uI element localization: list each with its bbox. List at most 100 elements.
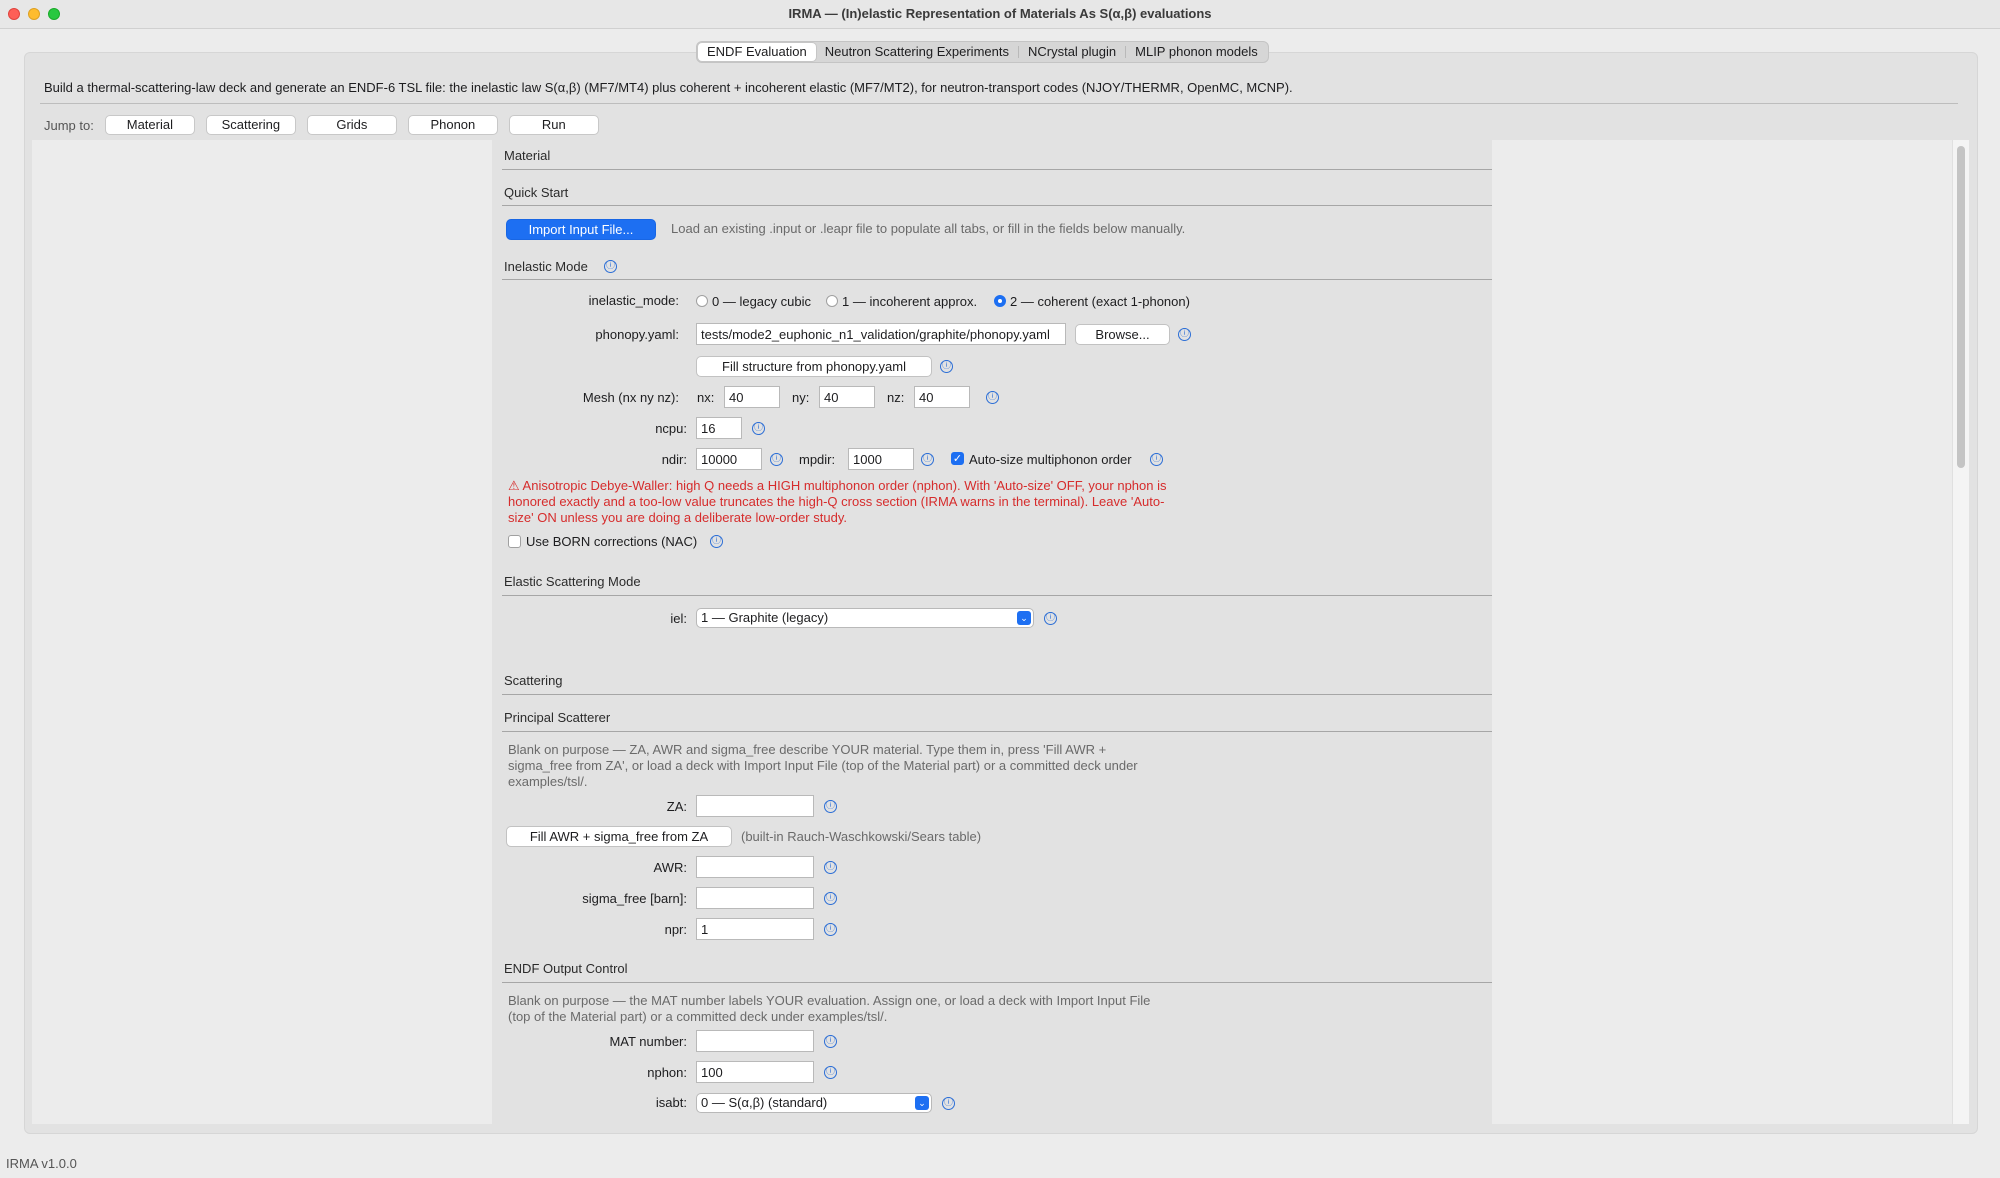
jump-run-button[interactable]: Run xyxy=(508,115,599,135)
iel-select[interactable]: 1 — Graphite (legacy) ⌄ xyxy=(696,608,1034,628)
auto-size-checkbox[interactable]: ✓ xyxy=(951,452,964,465)
info-icon[interactable]: ⓘ xyxy=(824,1035,837,1048)
tab-endf-evaluation[interactable]: ENDF Evaluation xyxy=(698,43,816,61)
ncpu-label: ncpu: xyxy=(655,421,687,436)
info-icon[interactable]: ⓘ xyxy=(770,453,783,466)
endf-output-note: Blank on purpose — the MAT number labels… xyxy=(508,993,1151,1024)
form-content: Material Quick Start Import Input File..… xyxy=(492,140,1492,1124)
awr-input[interactable] xyxy=(696,856,814,878)
info-icon[interactable]: ⓘ xyxy=(1150,453,1163,466)
section-title-quick-start: Quick Start xyxy=(504,185,569,200)
section-title-material: Material xyxy=(504,148,551,163)
info-icon[interactable]: ⓘ xyxy=(942,1097,955,1110)
scrollbar-thumb[interactable] xyxy=(1957,146,1965,468)
version-status: IRMA v1.0.0 xyxy=(6,1156,77,1171)
info-icon[interactable]: ⓘ xyxy=(824,861,837,874)
phonopy-yaml-path-input[interactable] xyxy=(696,323,1066,345)
radio-button-selected[interactable] xyxy=(994,295,1006,307)
title-bar: IRMA — (In)elastic Representation of Mat… xyxy=(0,0,2000,29)
npr-label: npr: xyxy=(664,922,687,937)
awr-label: AWR: xyxy=(653,860,687,875)
info-icon[interactable]: ⓘ xyxy=(824,923,837,936)
za-label: ZA: xyxy=(666,799,687,814)
fill-awr-hint: (built-in Rauch-Waschkowski/Sears table) xyxy=(741,829,982,844)
sigma-free-input[interactable] xyxy=(696,887,814,909)
inelastic-mode-option-2[interactable]: 2 — coherent (exact 1-phonon) xyxy=(994,292,1190,310)
browse-button[interactable]: Browse... xyxy=(1075,324,1170,345)
nphon-label: nphon: xyxy=(647,1065,687,1080)
radio-label: 0 — legacy cubic xyxy=(712,293,811,309)
inelastic-mode-option-1[interactable]: 1 — incoherent approx. xyxy=(826,292,977,310)
section-title-endf-output-control: ENDF Output Control xyxy=(504,961,628,976)
radio-label: 2 — coherent (exact 1-phonon) xyxy=(1010,293,1190,309)
jump-phonon-button[interactable]: Phonon xyxy=(407,115,498,135)
inelastic-mode-option-0[interactable]: 0 — legacy cubic xyxy=(696,292,811,310)
page-description: Build a thermal-scattering-law deck and … xyxy=(44,80,1293,95)
mpdir-label: mpdir: xyxy=(799,452,836,467)
jump-bar: Jump to: Material Scattering Grids Phono… xyxy=(44,114,610,136)
radio-button[interactable] xyxy=(826,295,838,307)
mesh-label: Mesh (nx ny nz): xyxy=(582,390,679,405)
nphon-input[interactable] xyxy=(696,1061,814,1083)
npr-input[interactable] xyxy=(696,918,814,940)
info-icon[interactable]: ⓘ xyxy=(604,260,617,273)
mesh-ny-input[interactable] xyxy=(819,386,875,408)
info-icon[interactable]: ⓘ xyxy=(986,391,999,404)
section-divider xyxy=(502,595,1492,596)
ndir-input[interactable] xyxy=(696,448,762,470)
info-icon[interactable]: ⓘ xyxy=(940,360,953,373)
mpdir-input[interactable] xyxy=(848,448,914,470)
tab-neutron-scattering-experiments[interactable]: Neutron Scattering Experiments xyxy=(816,43,1018,61)
info-icon[interactable]: ⓘ xyxy=(1044,612,1057,625)
section-title-principal-scatterer: Principal Scatterer xyxy=(504,710,611,725)
auto-size-label: Auto-size multiphonon order xyxy=(969,452,1132,467)
iel-label: iel: xyxy=(670,611,687,626)
info-icon[interactable]: ⓘ xyxy=(752,422,765,435)
main-tab-bar: ENDF Evaluation Neutron Scattering Exper… xyxy=(696,41,1269,63)
section-divider xyxy=(502,279,1492,280)
section-title-inelastic-mode: Inelastic Mode xyxy=(504,259,588,274)
born-corrections-label: Use BORN corrections (NAC) xyxy=(526,534,698,549)
info-icon[interactable]: ⓘ xyxy=(824,892,837,905)
jump-scattering-button[interactable]: Scattering xyxy=(205,115,296,135)
za-input[interactable] xyxy=(696,795,814,817)
mesh-nz-input[interactable] xyxy=(914,386,970,408)
left-margin-pane xyxy=(32,140,492,1124)
isabt-selected-value: 0 — S(α,β) (standard) xyxy=(701,1095,828,1110)
fill-structure-button[interactable]: Fill structure from phonopy.yaml xyxy=(696,356,932,377)
info-icon[interactable]: ⓘ xyxy=(1178,328,1191,341)
jump-grids-button[interactable]: Grids xyxy=(306,115,397,135)
section-divider xyxy=(502,982,1492,983)
mat-number-input[interactable] xyxy=(696,1030,814,1052)
chevron-down-icon: ⌄ xyxy=(1017,611,1031,625)
jump-material-button[interactable]: Material xyxy=(104,115,195,135)
nz-label: nz: xyxy=(887,390,905,405)
section-divider xyxy=(502,731,1492,732)
right-margin-pane xyxy=(1492,140,1952,1124)
ncpu-input[interactable] xyxy=(696,417,742,439)
chevron-down-icon: ⌄ xyxy=(915,1096,929,1110)
import-input-file-button[interactable]: Import Input File... xyxy=(506,219,656,240)
vertical-scrollbar[interactable] xyxy=(1952,140,1969,1124)
ny-label: ny: xyxy=(792,390,810,405)
radio-button[interactable] xyxy=(696,295,708,307)
mesh-nx-input[interactable] xyxy=(724,386,780,408)
born-corrections-checkbox[interactable] xyxy=(508,535,521,548)
description-divider xyxy=(40,103,1958,104)
info-icon[interactable]: ⓘ xyxy=(824,1066,837,1079)
info-icon[interactable]: ⓘ xyxy=(824,800,837,813)
anisotropic-dw-warning: ⚠ Anisotropic Debye-Waller: high Q needs… xyxy=(508,478,1167,525)
radio-label: 1 — incoherent approx. xyxy=(842,293,978,309)
isabt-select[interactable]: 0 — S(α,β) (standard) ⌄ xyxy=(696,1093,932,1113)
tab-ncrystal-plugin[interactable]: NCrystal plugin xyxy=(1019,43,1125,61)
info-icon[interactable]: ⓘ xyxy=(921,453,934,466)
window-title: IRMA — (In)elastic Representation of Mat… xyxy=(788,6,1212,21)
section-title-scattering: Scattering xyxy=(504,673,563,688)
section-divider xyxy=(502,694,1492,695)
sigma-free-label: sigma_free [barn]: xyxy=(582,891,687,906)
tab-mlip-phonon-models[interactable]: MLIP phonon models xyxy=(1126,43,1267,61)
principal-scatterer-note: Blank on purpose — ZA, AWR and sigma_fre… xyxy=(508,742,1138,789)
phonopy-yaml-label: phonopy.yaml: xyxy=(595,327,679,342)
info-icon[interactable]: ⓘ xyxy=(710,535,723,548)
fill-awr-sigma-button[interactable]: Fill AWR + sigma_free from ZA xyxy=(506,826,732,847)
